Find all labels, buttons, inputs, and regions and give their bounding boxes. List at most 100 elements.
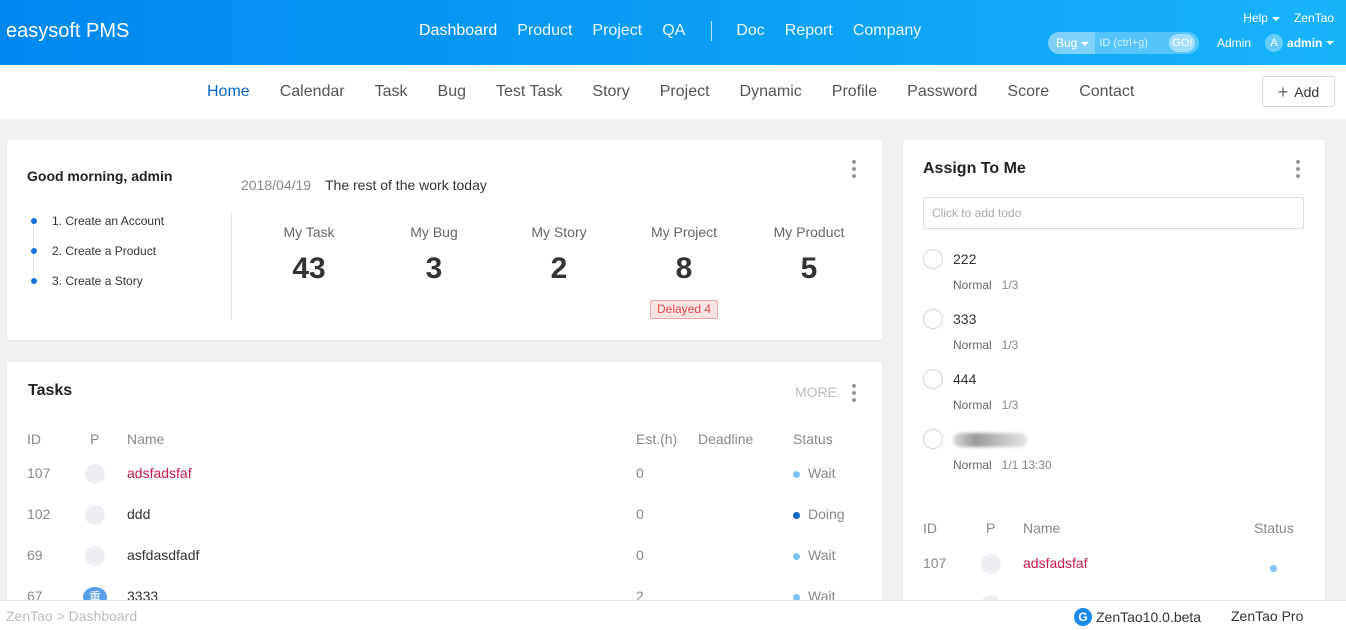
table-row[interactable]: 107 adsfadsfaf [903, 554, 1325, 596]
todo-checkbox[interactable] [923, 369, 943, 389]
task-name-link[interactable]: adsfadsfaf [127, 465, 192, 481]
step-label: 3. Create a Story [52, 274, 143, 288]
nav-project[interactable]: Project [592, 22, 642, 40]
column-header-pri[interactable]: P [986, 520, 995, 536]
todo-checkbox[interactable] [923, 309, 943, 329]
tab-bug[interactable]: Bug [438, 83, 466, 101]
version-link[interactable]: G ZenTao10.0.beta [1074, 608, 1201, 626]
stat-my-bug[interactable]: My Bug 3 [379, 224, 489, 286]
more-vertical-icon[interactable] [852, 384, 856, 402]
priority-badge [85, 464, 105, 484]
more-vertical-icon[interactable] [1296, 160, 1300, 178]
search-input[interactable] [1095, 37, 1168, 49]
chevron-down-icon[interactable] [1326, 41, 1335, 45]
todo-item[interactable]: 333 Normal 1/3 [923, 300, 1303, 360]
tab-score[interactable]: Score [1007, 83, 1049, 101]
step-item[interactable]: 3. Create a Story [31, 266, 164, 296]
assign-to-me-panel: Assign To Me 222 Normal 1/3 333 Normal 1/3… [903, 140, 1325, 620]
step-label: 1. Create an Account [52, 214, 165, 228]
column-header-name[interactable]: Name [1023, 520, 1060, 536]
table-row[interactable]: 102 ddd 0 Doing [7, 505, 882, 547]
tab-profile[interactable]: Profile [832, 83, 877, 101]
nav-company[interactable]: Company [853, 22, 921, 40]
task-id: 107 [923, 555, 947, 571]
nav-report[interactable]: Report [785, 22, 833, 40]
avatar[interactable]: A [1265, 34, 1284, 52]
step-dot-icon [31, 278, 37, 284]
stat-my-product[interactable]: My Product 5 [754, 224, 864, 286]
todo-level: Normal [953, 398, 992, 412]
tab-calendar[interactable]: Calendar [280, 83, 345, 101]
task-name-link[interactable]: adsfadsfaf [1023, 555, 1088, 571]
nav-dashboard[interactable]: Dashboard [419, 22, 497, 40]
tab-project[interactable]: Project [660, 83, 710, 101]
table-row[interactable]: 69 asfdasdfadf 0 Wait [7, 546, 882, 588]
rest-of-work-label: The rest of the work today [325, 177, 487, 193]
step-item[interactable]: 2. Create a Product [31, 236, 164, 266]
more-link[interactable]: MORE [795, 384, 837, 400]
stat-label: My Task [283, 224, 335, 240]
column-header-estimate[interactable]: Est.(h) [636, 431, 677, 447]
todo-name[interactable]: 444 [953, 371, 976, 387]
zentao-link[interactable]: ZenTao [1294, 11, 1334, 25]
stat-my-task[interactable]: My Task 43 [254, 224, 364, 286]
stat-my-story[interactable]: My Story 2 [504, 224, 614, 286]
delayed-badge[interactable]: Delayed 4 [650, 300, 719, 319]
more-vertical-icon[interactable] [852, 160, 856, 178]
add-todo-input[interactable] [923, 197, 1304, 229]
todo-meta: Normal 1/1 13:30 [953, 458, 1052, 472]
help-menu[interactable]: Help [1243, 11, 1280, 25]
tab-home[interactable]: Home [207, 83, 250, 101]
tab-password[interactable]: Password [907, 83, 977, 101]
column-header-pri[interactable]: P [90, 431, 99, 447]
todo-item[interactable]: 444 Normal 1/3 [923, 360, 1303, 420]
stat-my-project[interactable]: My Project 8 [629, 224, 739, 286]
todo-checkbox[interactable] [923, 249, 943, 269]
nav-qa[interactable]: QA [662, 22, 685, 40]
help-label: Help [1243, 11, 1268, 25]
nav-product[interactable]: Product [517, 22, 572, 40]
brand-logo[interactable]: easysoft PMS [6, 20, 129, 43]
column-header-status[interactable]: Status [1254, 520, 1294, 536]
breadcrumb[interactable]: ZenTao > Dashboard [6, 608, 137, 624]
tab-task[interactable]: Task [375, 83, 408, 101]
step-dot-icon [31, 218, 37, 224]
search-go-button[interactable]: GO! [1169, 34, 1196, 52]
task-name-link[interactable]: ddd [127, 506, 150, 522]
column-header-id[interactable]: ID [27, 431, 41, 447]
tab-story[interactable]: Story [592, 83, 629, 101]
todo-level: Normal [953, 278, 992, 292]
welcome-panel: Good morning, admin 1. Create an Account… [7, 140, 882, 340]
status-dot-icon [1270, 564, 1277, 572]
user-menu[interactable]: admin [1287, 36, 1322, 50]
step-item[interactable]: 1. Create an Account [31, 206, 164, 236]
column-header-deadline[interactable]: Deadline [698, 431, 753, 447]
add-button[interactable]: + Add [1262, 76, 1335, 107]
table-row[interactable]: 107 adsfadsfaf 0 Wait [7, 464, 882, 506]
todo-meta: Normal 1/3 [953, 278, 1018, 292]
greeting: Good morning, admin [27, 168, 173, 184]
todo-item[interactable]: 222 Normal 1/3 [923, 240, 1303, 300]
todo-checkbox[interactable] [923, 429, 943, 449]
zentao-logo-icon: G [1074, 608, 1092, 626]
todo-item[interactable]: Normal 1/1 13:30 [923, 420, 1303, 480]
tab-test-task[interactable]: Test Task [496, 83, 562, 101]
todo-name[interactable]: 222 [953, 251, 976, 267]
user-area: Admin A admin [1217, 34, 1335, 52]
tab-contact[interactable]: Contact [1079, 83, 1134, 101]
column-header-status[interactable]: Status [793, 431, 833, 447]
search-type-select[interactable]: Bug [1048, 32, 1096, 54]
admin-link[interactable]: Admin [1217, 36, 1251, 50]
column-header-id[interactable]: ID [923, 520, 937, 536]
nav-doc[interactable]: Doc [736, 22, 764, 40]
todo-name[interactable]: 333 [953, 311, 976, 327]
zentao-pro-link[interactable]: ZenTao Pro [1231, 608, 1303, 624]
column-header-name[interactable]: Name [127, 431, 164, 447]
todo-level: Normal [953, 338, 992, 352]
task-name-link[interactable]: asfdasdfadf [127, 547, 199, 563]
redacted-text [953, 433, 1027, 448]
todo-name-redacted[interactable] [953, 431, 1027, 448]
tab-dynamic[interactable]: Dynamic [740, 83, 802, 101]
status-label: Wait [808, 465, 836, 481]
add-label: Add [1294, 83, 1320, 100]
